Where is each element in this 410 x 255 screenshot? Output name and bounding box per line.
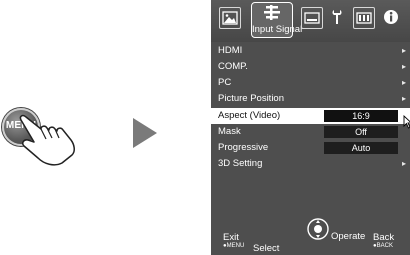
operate-hint: Operate [331,231,366,242]
menu-tab-bar: Input Signal [211,0,410,42]
menu-item-picture-position[interactable]: Picture Position ▸ [211,91,410,107]
menu-item-label: COMP. [218,61,248,72]
menu-item-label: Progressive [218,142,269,153]
information-icon [384,10,398,24]
projector-menu: Input Signal HDMI ▸ COMP. ▸ PC ▸ Picture… [211,0,410,255]
menu-press-illustration: MENU [0,93,95,173]
menu-item-hdmi[interactable]: HDMI ▸ [211,43,410,59]
tab-information[interactable] [381,7,403,29]
menu-item-3d-setting[interactable]: 3D Setting ▸ [211,156,410,172]
exit-key-hint: ●MENU [223,243,245,249]
exit-hint: Exit [223,232,239,243]
mouse-cursor-icon [403,115,410,129]
menu-item-progressive[interactable]: Progressive Auto [211,140,410,156]
pointing-hand-icon [19,114,75,166]
chevron-right-icon: ▸ [401,46,406,55]
chevron-right-icon: ▸ [401,62,406,71]
tab-input-signal[interactable]: Input Signal [251,2,303,38]
mask-value[interactable]: Off [324,126,398,138]
tab-picture[interactable] [219,7,241,29]
menu-item-label: HDMI [218,45,243,56]
back-key-hint: ●BACK [373,243,393,249]
aspect-value[interactable]: 16:9 [324,110,398,122]
memory-icon [356,12,372,24]
menu-item-label: Aspect (Video) [218,110,281,121]
menu-item-mask[interactable]: Mask Off [211,124,410,140]
picture-icon [222,11,238,25]
tab-input-signal-label: Input Signal [252,24,303,35]
menu-item-label: PC [218,77,232,88]
tab-function[interactable] [327,7,349,29]
chevron-right-icon: ▸ [401,159,406,168]
tab-installation[interactable] [301,7,323,29]
installation-icon [304,12,320,24]
menu-item-pc[interactable]: PC ▸ [211,75,410,91]
menu-item-label: 3D Setting [218,158,263,169]
chevron-right-icon: ▸ [401,78,406,87]
input-signal-icon [264,5,280,20]
chevron-right-icon: ▸ [401,94,406,103]
menu-footer: Exit ●MENU Select Operate Back ●BACK [211,218,410,255]
tab-memory[interactable] [353,7,375,29]
progressive-value[interactable]: Auto [324,142,398,154]
menu-list: HDMI ▸ COMP. ▸ PC ▸ Picture Position ▸ A… [211,43,410,172]
next-step-arrow [133,118,157,148]
menu-item-comp[interactable]: COMP. ▸ [211,59,410,75]
menu-item-aspect-video[interactable]: Aspect (Video) 16:9 [211,108,410,124]
back-hint: Back [373,232,395,243]
dpad-icon [307,218,329,240]
select-hint: Select [253,243,280,254]
menu-item-label: Picture Position [218,93,285,104]
function-icon [332,10,342,24]
menu-item-label: Mask [218,126,241,137]
